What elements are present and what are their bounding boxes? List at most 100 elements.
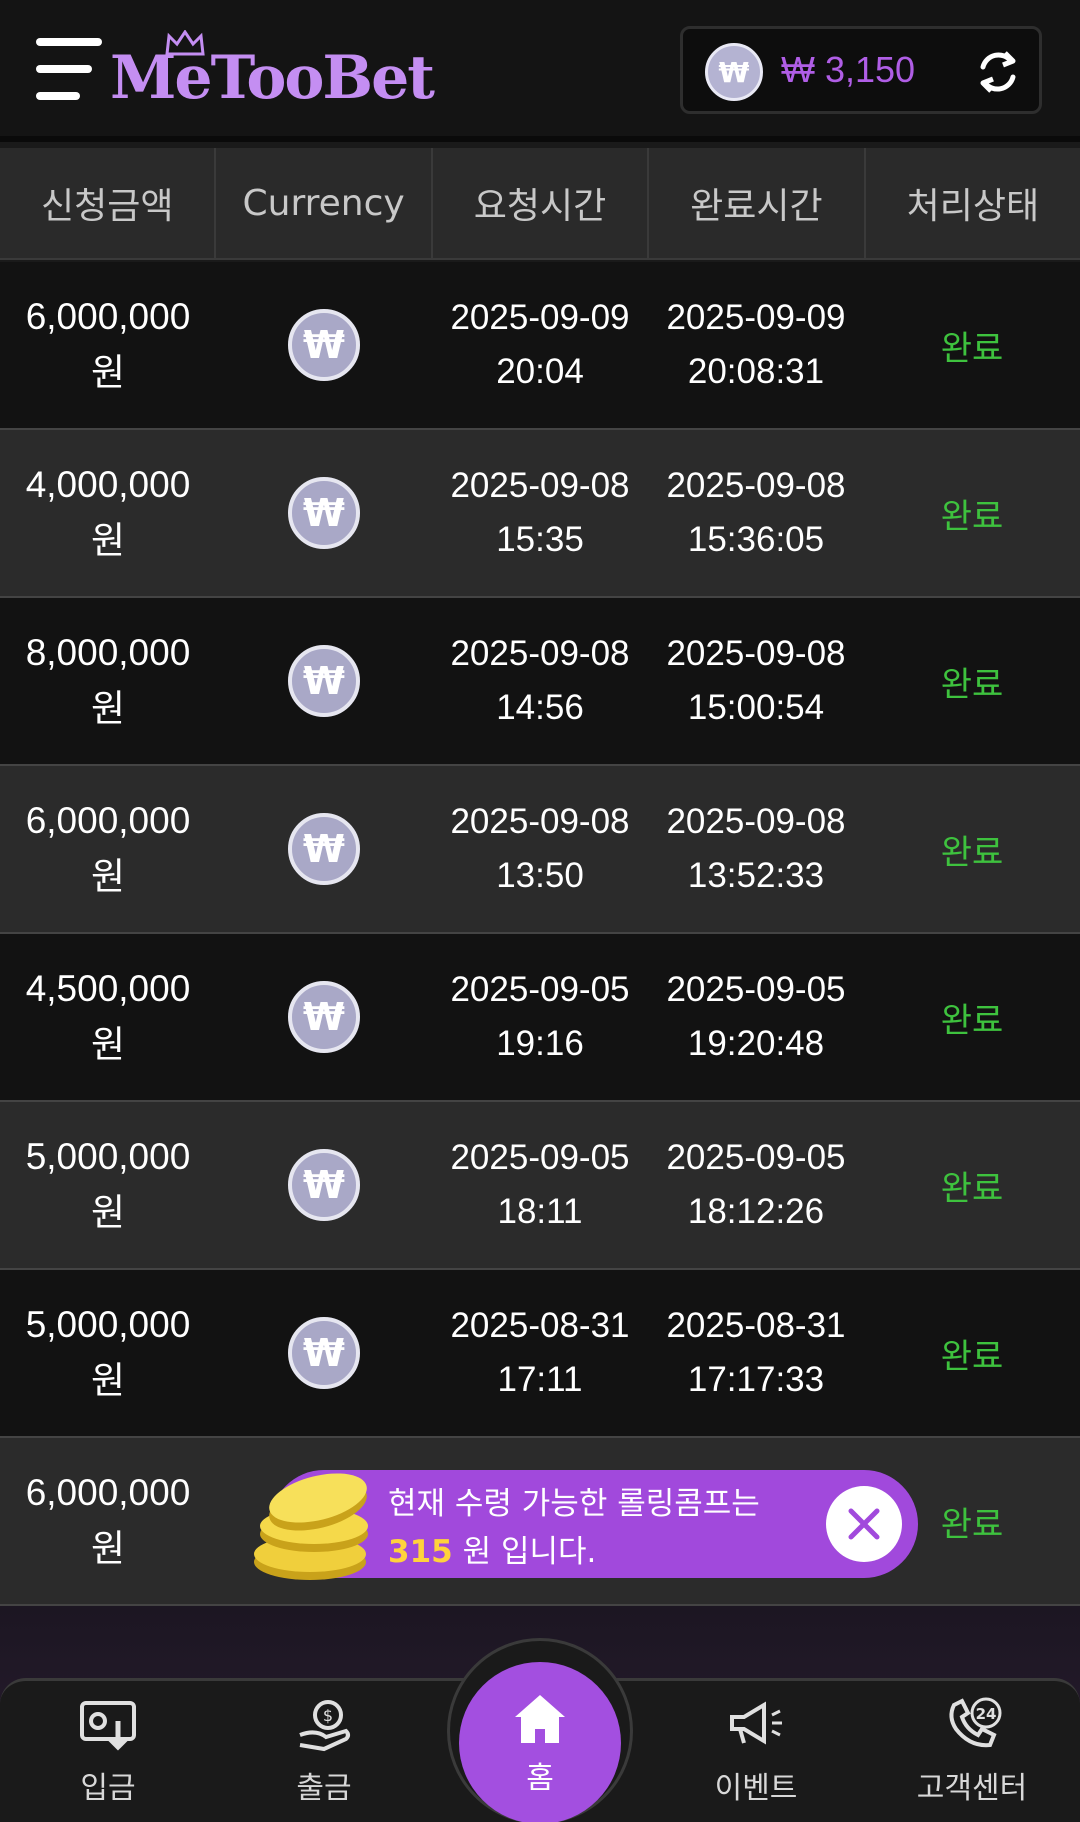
- col-header-complete-time: 완료시간: [649, 148, 866, 258]
- nav-label: 이벤트: [714, 1771, 798, 1806]
- status-badge: 완료: [940, 1168, 1004, 1209]
- won-coin-icon: ₩: [288, 1317, 360, 1389]
- table-row: 5,000,000 원 ₩ 2025-08-31 17:11 2025-08-31 1…: [0, 1270, 1080, 1438]
- status-badge: 완료: [940, 1504, 1004, 1545]
- status-badge: 완료: [940, 1000, 1004, 1041]
- nav-label: 고객센터: [916, 1771, 1028, 1806]
- amount-value: 4,000,000: [25, 464, 191, 505]
- nav-withdraw[interactable]: $ 출금: [216, 1681, 432, 1822]
- won-coin-icon: ₩: [288, 309, 360, 381]
- amount-unit: 원: [90, 1024, 126, 1065]
- complete-time: 19:20:48: [687, 1024, 825, 1063]
- deposit-icon: [80, 1701, 136, 1751]
- withdrawal-table-body: 6,000,000 원 ₩ 2025-09-09 20:04 2025-09-09 2…: [0, 262, 1080, 1606]
- request-date: 2025-09-09: [450, 298, 630, 337]
- request-date: 2025-09-05: [450, 970, 630, 1009]
- col-header-request-time: 요청시간: [433, 148, 650, 258]
- won-coin-icon: ₩: [288, 981, 360, 1053]
- amount-unit: 원: [90, 352, 126, 393]
- complete-date: 2025-09-08: [666, 802, 846, 841]
- col-header-amount: 신청금액: [0, 148, 217, 258]
- request-time: 15:35: [496, 520, 584, 559]
- amount-value: 4,500,000: [25, 968, 191, 1009]
- request-date: 2025-09-05: [450, 1138, 630, 1177]
- svg-text:24: 24: [976, 1705, 997, 1723]
- nav-deposit[interactable]: 입금: [0, 1681, 216, 1822]
- support-24-icon: 24: [949, 1697, 1002, 1748]
- close-icon[interactable]: [826, 1486, 902, 1562]
- table-row: 4,000,000 원 ₩ 2025-09-08 15:35 2025-09-08 1…: [0, 430, 1080, 598]
- megaphone-icon: [730, 1701, 782, 1745]
- menu-icon[interactable]: [36, 38, 102, 102]
- request-date: 2025-09-08: [450, 634, 630, 673]
- complete-time: 13:52:33: [687, 856, 825, 895]
- status-badge: 완료: [940, 328, 1004, 369]
- complete-date: 2025-09-05: [666, 970, 846, 1009]
- won-coin-icon: ₩: [705, 43, 763, 101]
- amount-unit: 원: [90, 688, 126, 729]
- request-date: 2025-08-31: [450, 1306, 630, 1345]
- won-coin-icon: ₩: [288, 813, 360, 885]
- request-time: 17:11: [497, 1360, 583, 1399]
- won-coin-icon: ₩: [288, 477, 360, 549]
- table-header: 신청금액 Currency 요청시간 완료시간 처리상태: [0, 148, 1080, 260]
- comp-amount: 315: [388, 1534, 453, 1570]
- site-logo[interactable]: MeTooBet: [110, 38, 435, 118]
- app-header: MeTooBet ₩ ₩ 3,150: [0, 0, 1080, 142]
- amount-value: 6,000,000: [25, 800, 191, 841]
- amount-value: 8,000,000: [25, 632, 191, 673]
- gold-coins-icon: [254, 1473, 368, 1580]
- complete-date: 2025-08-31: [666, 1306, 846, 1345]
- amount-value: 5,000,000: [25, 1304, 191, 1345]
- complete-date: 2025-09-09: [666, 298, 846, 337]
- complete-time: 18:12:26: [687, 1192, 825, 1231]
- withdraw-icon: $: [299, 1700, 350, 1752]
- balance-amount: ₩ 3,150: [781, 49, 916, 90]
- status-badge: 완료: [940, 664, 1004, 705]
- complete-time: 15:36:05: [687, 520, 825, 559]
- complete-time: 15:00:54: [687, 688, 825, 727]
- col-header-status: 처리상태: [906, 186, 1040, 227]
- toast-message: 현재 수령 가능한 롤링콤프는 315 원 입니다.: [388, 1486, 760, 1570]
- status-badge: 완료: [940, 1336, 1004, 1377]
- nav-label: 입금: [80, 1771, 136, 1806]
- request-date: 2025-09-08: [450, 802, 630, 841]
- refresh-icon[interactable]: [973, 47, 1023, 97]
- request-time: 13:50: [496, 856, 584, 895]
- amount-unit: 원: [90, 856, 126, 897]
- amount-unit: 원: [90, 1360, 126, 1401]
- complete-date: 2025-09-08: [666, 634, 846, 673]
- request-time: 19:16: [496, 1024, 584, 1063]
- nav-label: 홈: [526, 1761, 554, 1796]
- balance-box: ₩ ₩ 3,150: [680, 26, 1042, 114]
- nav-home[interactable]: 홈: [459, 1662, 621, 1822]
- request-time: 20:04: [496, 352, 584, 391]
- won-coin-icon: ₩: [288, 645, 360, 717]
- amount-value: 5,000,000: [25, 1136, 191, 1177]
- svg-text:$: $: [323, 1706, 333, 1725]
- complete-time: 17:17:33: [687, 1360, 825, 1399]
- amount-value: 6,000,000: [25, 296, 191, 337]
- complete-time: 20:08:31: [687, 352, 825, 391]
- complete-date: 2025-09-08: [666, 466, 846, 505]
- table-row: 8,000,000 원 ₩ 2025-09-08 14:56 2025-09-08 1…: [0, 598, 1080, 766]
- col-header-currency: Currency: [216, 148, 433, 258]
- won-coin-icon: ₩: [288, 1149, 360, 1221]
- home-icon: [515, 1695, 565, 1743]
- amount-unit: 원: [90, 520, 126, 561]
- amount-unit: 원: [90, 1528, 126, 1569]
- nav-support[interactable]: 24 고객센터: [864, 1681, 1080, 1822]
- amount-value: 6,000,000: [25, 1472, 191, 1513]
- request-date: 2025-09-08: [450, 466, 630, 505]
- amount-unit: 원: [90, 1192, 126, 1233]
- complete-date: 2025-09-05: [666, 1138, 846, 1177]
- request-time: 14:56: [496, 688, 584, 727]
- nav-label: 출금: [296, 1771, 352, 1806]
- status-badge: 완료: [940, 496, 1004, 537]
- request-time: 18:11: [497, 1192, 583, 1231]
- status-badge: 완료: [940, 832, 1004, 873]
- table-row: 6,000,000 원 ₩ 2025-09-08 13:50 2025-09-08 1…: [0, 766, 1080, 934]
- table-row: 4,500,000 원 ₩ 2025-09-05 19:16 2025-09-05 1…: [0, 934, 1080, 1102]
- nav-event[interactable]: 이벤트: [648, 1681, 864, 1822]
- table-row: 6,000,000 원 ₩ 2025-09-09 20:04 2025-09-09 2…: [0, 262, 1080, 430]
